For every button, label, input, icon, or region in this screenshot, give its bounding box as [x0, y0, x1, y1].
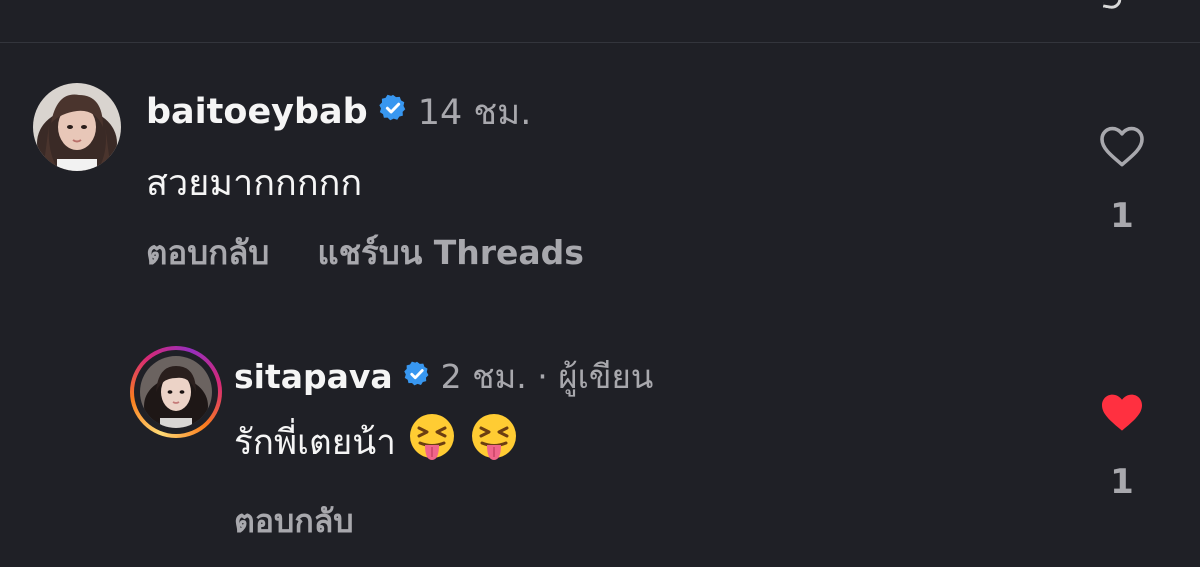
- share-on-threads-button[interactable]: แชร์บน Threads: [317, 226, 584, 279]
- comment-actions: ตอบกลับ แชร์บน Threads: [146, 226, 584, 279]
- reply-comment-item: sitapava 2 ชม. · ผู้เขียน รักพี่เตยน้า ต…: [0, 300, 1200, 567]
- avatar[interactable]: [140, 356, 212, 428]
- comment-text-content: รักพี่เตยน้า: [234, 423, 396, 463]
- heart-outline-icon: [1100, 126, 1144, 167]
- comment-time: 14 ชม.: [417, 92, 532, 133]
- verified-badge-icon: [378, 92, 408, 132]
- reply-button[interactable]: ตอบกลับ: [234, 496, 354, 547]
- username[interactable]: sitapava: [234, 357, 393, 396]
- comment-header: baitoeybab 14 ชม.: [146, 90, 531, 134]
- like-button[interactable]: [1098, 390, 1146, 436]
- like-count: 1: [1110, 196, 1134, 236]
- squinting-face-with-tongue-icon: [406, 412, 458, 473]
- avatar[interactable]: [33, 83, 121, 171]
- like-count: 1: [1110, 462, 1134, 502]
- comment-header: sitapava 2 ชม. · ผู้เขียน: [234, 354, 653, 398]
- reply-button[interactable]: ตอบกลับ: [146, 226, 269, 279]
- comment-text: รักพี่เตยน้า: [234, 412, 520, 473]
- comment-text: สวยมากกกกก: [146, 163, 363, 204]
- username[interactable]: baitoeybab: [146, 92, 368, 132]
- like-button[interactable]: [1098, 124, 1146, 170]
- comment-actions: ตอบกลับ: [234, 496, 354, 547]
- squinting-face-with-tongue-icon: [468, 412, 520, 473]
- comment-item: baitoeybab 14 ชม. สวยมากกกกก ตอบกลับ แชร…: [0, 0, 1200, 300]
- verified-badge-icon: [403, 357, 431, 396]
- comment-time-author: 2 ชม. · ผู้เขียน: [440, 356, 654, 396]
- heart-filled-icon: [1102, 394, 1142, 431]
